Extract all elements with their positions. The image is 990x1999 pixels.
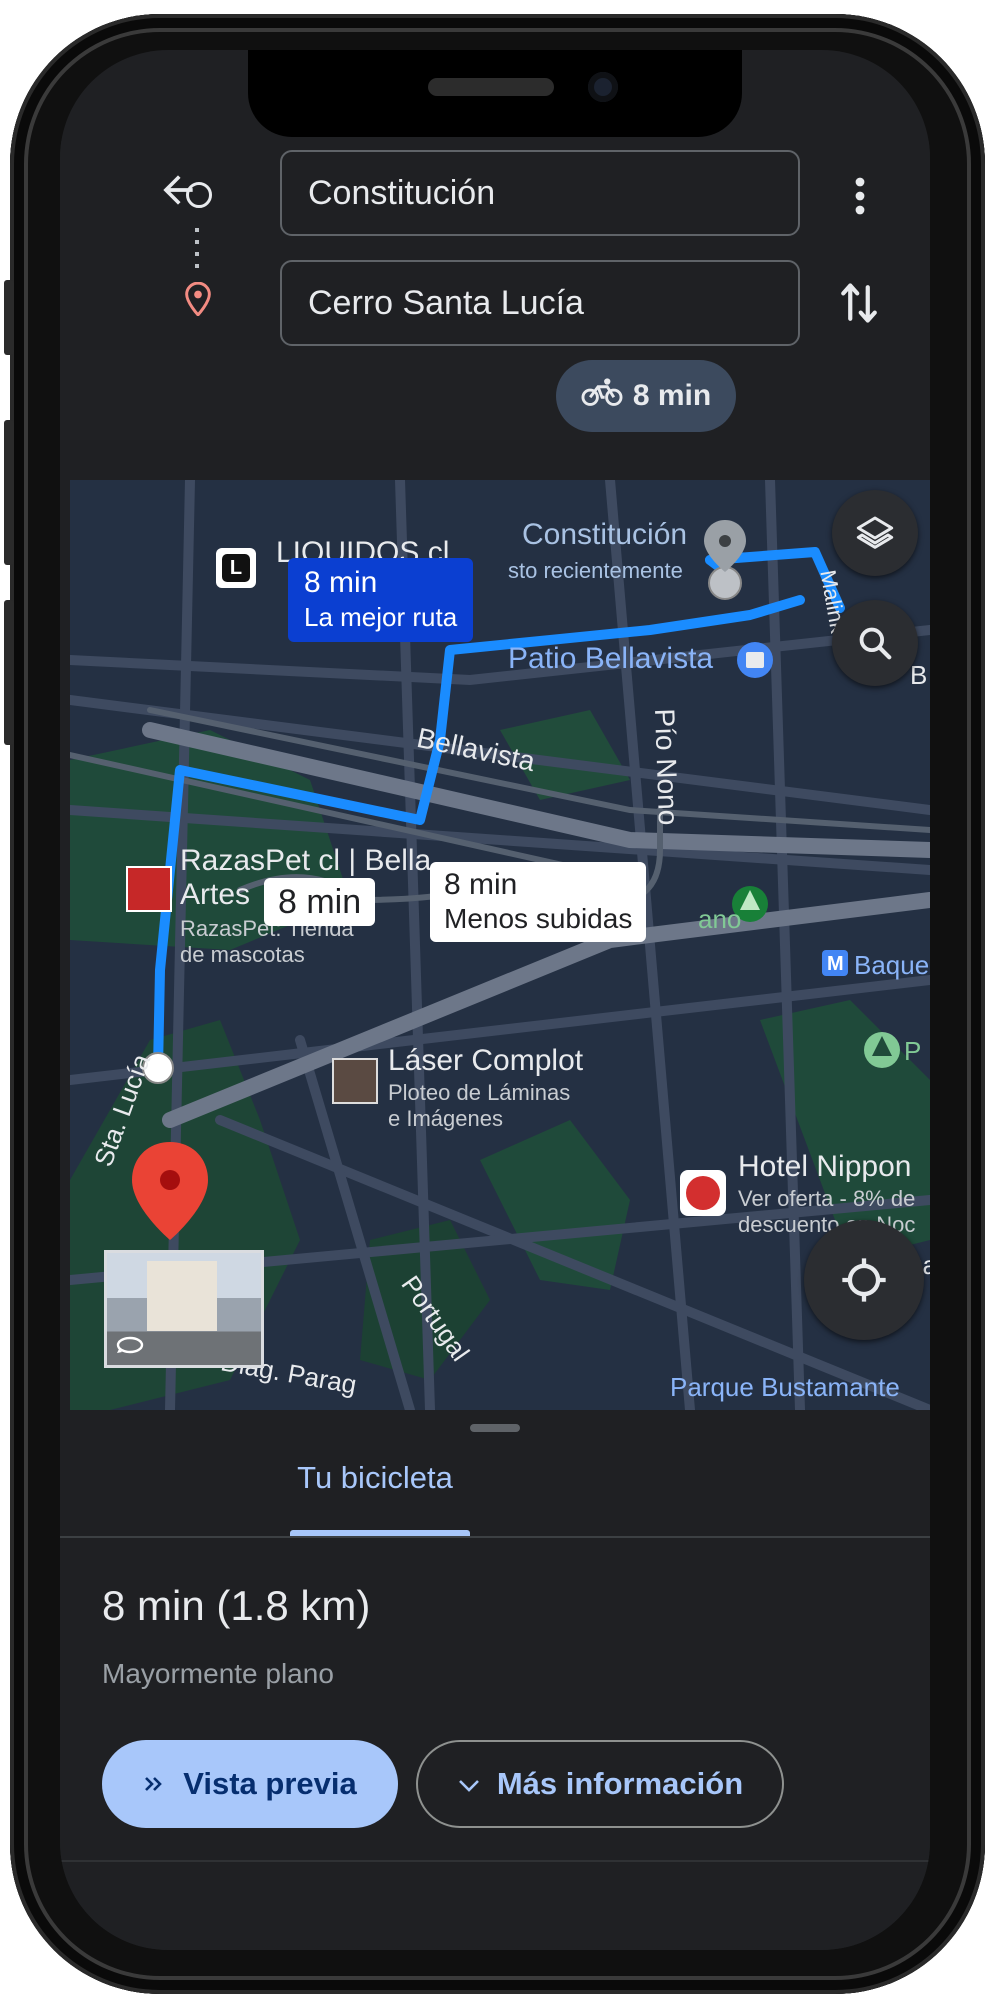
my-location-button[interactable]	[804, 1220, 924, 1340]
more-info-button-label: Más información	[496, 1766, 744, 1801]
svg-text:M: M	[827, 953, 844, 975]
origin-circle-icon	[186, 182, 212, 208]
best-route-time: 8 min	[304, 566, 378, 599]
parque-bustamante-label[interactable]: Parque Bustamante	[670, 1372, 900, 1403]
hotel-nippon-sublabel-1: Ver oferta - 8% de	[738, 1186, 916, 1211]
constitucion-sublabel: sto recientemente	[508, 558, 683, 583]
origin-field[interactable]: Constitución	[280, 150, 800, 236]
pio-nono-street-label: Pío Nono	[649, 708, 685, 826]
b-label: B	[910, 660, 928, 690]
razaspet-label[interactable]: RazasPet cl | Bella	[180, 844, 431, 878]
more-info-button[interactable]: Más información	[416, 1740, 784, 1828]
ano-label: ano	[698, 904, 742, 934]
route-dots-icon	[195, 228, 199, 274]
razaspet-sublabel-2: de mascotas	[180, 942, 305, 967]
layers-button[interactable]	[832, 490, 918, 576]
swap-icon[interactable]	[838, 280, 880, 331]
layers-icon	[856, 516, 894, 549]
volume-down-button	[4, 600, 14, 745]
best-route-bubble[interactable]: 8 min La mejor ruta	[288, 558, 474, 642]
phone-screen: Constitución Cerro Santa Lucía 8 min M L…	[60, 50, 930, 1950]
search-icon	[859, 627, 892, 660]
sheet-drag-handle[interactable]	[470, 1424, 520, 1432]
baquedano-label[interactable]: Baque	[854, 950, 929, 981]
razaspet-label-2[interactable]: Artes	[180, 878, 250, 912]
rotate-360-icon	[115, 1333, 145, 1362]
tab-tu-bicicleta[interactable]: Tu bicicleta	[270, 1460, 480, 1496]
bike-mode-chip[interactable]: 8 min	[556, 360, 736, 432]
alt-route-1-bubble[interactable]: 8 min	[264, 878, 376, 926]
destination-pin-icon	[184, 281, 212, 321]
destination-field[interactable]: Cerro Santa Lucía	[280, 260, 800, 346]
razaspet-logo[interactable]	[126, 866, 172, 912]
more-options-icon[interactable]	[852, 176, 868, 221]
map-view[interactable]: M L LIQUIDOS cl Constitución sto recient…	[70, 480, 930, 1410]
hotel-nippon-label[interactable]: Hotel Nippon	[738, 1150, 911, 1184]
alt-route-1-time: 8 min	[278, 883, 362, 921]
best-route-label: La mejor ruta	[304, 602, 458, 632]
mute-switch	[4, 280, 14, 355]
liquidos-logo[interactable]: L	[216, 548, 256, 588]
front-camera	[588, 72, 618, 102]
laser-complot-sublabel-1: Ploteo de Láminas	[388, 1080, 571, 1105]
volume-up-button	[4, 420, 14, 565]
route-terrain: Mayormente plano	[102, 1658, 334, 1689]
laser-complot-label[interactable]: Láser Complot	[388, 1044, 583, 1078]
laser-complot-sublabel-2: e Imágenes	[388, 1106, 503, 1131]
alt-route-2-label: Menos subidas	[444, 903, 633, 934]
park-p-label: P	[904, 1036, 922, 1066]
laser-complot-logo[interactable]	[332, 1058, 378, 1104]
hotel-nippon-logo[interactable]	[680, 1170, 726, 1216]
preview-button[interactable]: Vista previa	[102, 1740, 398, 1828]
street-view-thumbnail[interactable]	[104, 1250, 264, 1368]
speaker	[428, 78, 554, 96]
constitucion-label[interactable]: Constitución	[522, 518, 687, 552]
route-time-distance: 8 min (1.8 km)	[102, 1582, 371, 1629]
bike-mode-time: 8 min	[632, 379, 712, 412]
chevron-down-icon	[457, 1766, 481, 1802]
patio-bellavista-label[interactable]: Patio Bellavista	[508, 642, 713, 676]
map-search-button[interactable]	[832, 600, 918, 686]
tab-divider	[60, 1536, 930, 1538]
sheet-bottom-divider	[60, 1860, 930, 1862]
bike-icon	[581, 377, 623, 415]
alt-route-2-time: 8 min	[444, 868, 518, 901]
notch	[248, 50, 742, 137]
my-location-icon	[842, 1258, 886, 1302]
alt-route-2-bubble[interactable]: 8 min Menos subidas	[430, 862, 647, 942]
double-chevron-right-icon	[143, 1766, 165, 1802]
preview-button-label: Vista previa	[183, 1766, 357, 1801]
